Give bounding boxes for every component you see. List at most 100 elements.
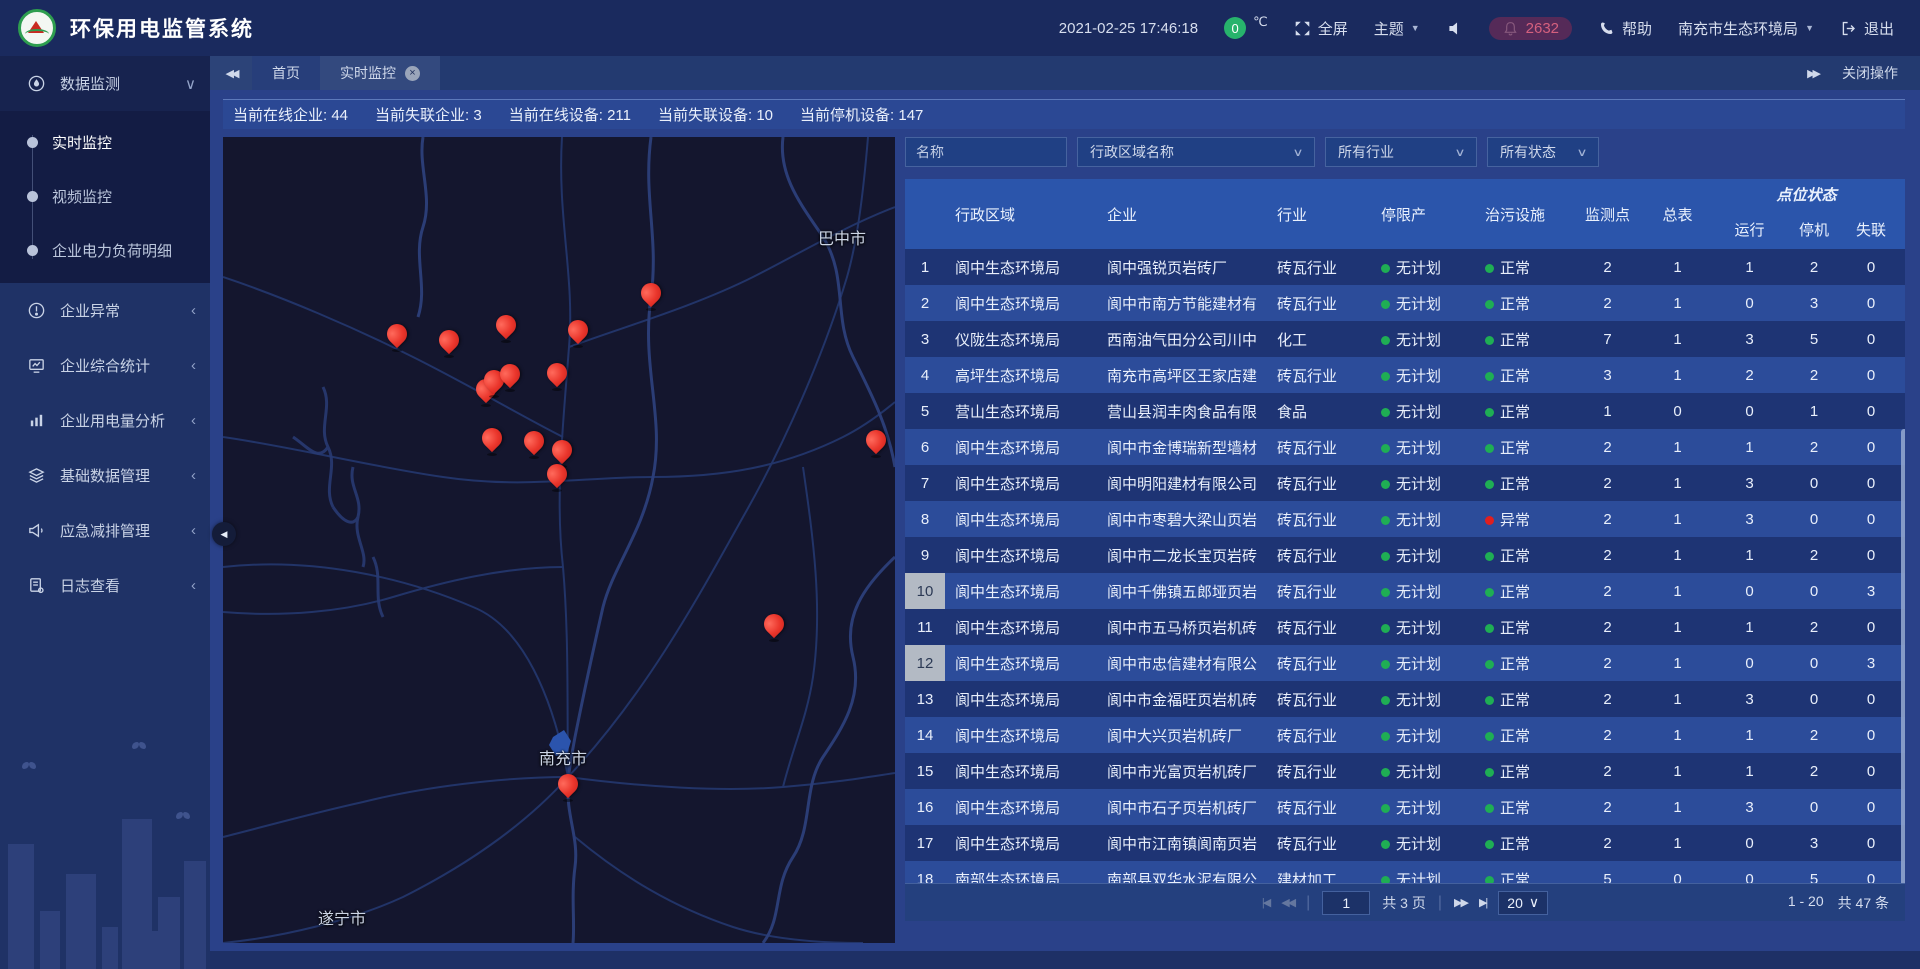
cell-running: 1 <box>1714 259 1785 276</box>
table-row[interactable]: 6 阆中生态环境局 阆中市金博瑞新型墙材 砖瓦行业 无计划 正常 2 1 1 2… <box>905 429 1905 465</box>
cell-monitor-points: 2 <box>1574 799 1641 816</box>
table-row[interactable]: 10 阆中生态环境局 阆中千佛镇五郎垭页岩 砖瓦行业 无计划 正常 2 1 0 … <box>905 573 1905 609</box>
status-dot-icon <box>1485 444 1494 453</box>
theme-dropdown[interactable]: 主题 ▼ <box>1374 18 1420 39</box>
map[interactable]: 巴中市南充市遂宁市 <box>223 137 895 943</box>
close-tab-icon[interactable]: × <box>405 66 420 81</box>
cell-lost: 0 <box>1843 403 1899 420</box>
mute-button[interactable] <box>1446 20 1463 37</box>
table-row[interactable]: 17 阆中生态环境局 阆中市江南镇阆南页岩 砖瓦行业 无计划 正常 2 1 0 … <box>905 825 1905 861</box>
region-select[interactable]: 行政区域名称 ∨ <box>1077 137 1315 167</box>
cell-company: 阆中市金福旺页岩机砖 <box>1097 689 1267 710</box>
table-row[interactable]: 8 阆中生态环境局 阆中市枣碧大梁山页岩 砖瓦行业 无计划 异常 2 1 3 0… <box>905 501 1905 537</box>
cell-company: 阆中市江南镇阆南页岩 <box>1097 833 1267 854</box>
sidebar-item-power-load-detail[interactable]: 企业电力负荷明细 <box>0 223 210 277</box>
table-row[interactable]: 11 阆中生态环境局 阆中市五马桥页岩机砖 砖瓦行业 无计划 正常 2 1 1 … <box>905 609 1905 645</box>
sidebar-item-company-abnormal[interactable]: 企业异常 ‹ <box>0 283 210 338</box>
fullscreen-button[interactable]: 全屏 <box>1294 18 1348 39</box>
cell-lost: 0 <box>1843 295 1899 312</box>
cell-stopped: 3 <box>1785 835 1843 852</box>
status-dot-icon <box>1381 552 1390 561</box>
cell-total-meters: 1 <box>1641 763 1714 780</box>
name-search-input[interactable] <box>905 137 1067 167</box>
map-marker-icon[interactable] <box>544 361 570 391</box>
map-marker-icon[interactable] <box>479 426 505 456</box>
table-row[interactable]: 9 阆中生态环境局 阆中市二龙长宝页岩砖 砖瓦行业 无计划 正常 2 1 1 2… <box>905 537 1905 573</box>
bottom-strip <box>210 951 1920 969</box>
table-row[interactable]: 14 阆中生态环境局 阆中大兴页岩机砖厂 砖瓦行业 无计划 正常 2 1 1 2… <box>905 717 1905 753</box>
map-marker-icon[interactable] <box>565 318 591 348</box>
map-marker-icon[interactable] <box>761 612 787 642</box>
row-index: 2 <box>905 285 945 321</box>
cell-region: 阆中生态环境局 <box>945 257 1097 278</box>
sidebar-item-company-statistics[interactable]: 企业综合统计 ‹ <box>0 338 210 393</box>
sidebar-item-power-analysis[interactable]: 企业用电量分析 ‹ <box>0 393 210 448</box>
status-select[interactable]: 所有状态 ∨ <box>1487 137 1599 167</box>
sidebar-collapse-handle[interactable]: ◀ <box>212 522 236 546</box>
cell-lost: 0 <box>1843 367 1899 384</box>
cell-stopped: 0 <box>1785 799 1843 816</box>
next-page-button[interactable]: ▶▶ <box>1454 896 1467 909</box>
cell-region: 阆中生态环境局 <box>945 545 1097 566</box>
map-marker-icon[interactable] <box>436 328 462 358</box>
status-dot-icon <box>1381 480 1390 489</box>
prev-page-button[interactable]: ◀◀ <box>1281 896 1294 909</box>
sidebar-item-log-view[interactable]: 日志查看 ‹ <box>0 558 210 613</box>
sidebar-item-video-monitor[interactable]: 视频监控 <box>0 169 210 223</box>
sidebar-item-emergency-reduction[interactable]: 应急减排管理 ‹ <box>0 503 210 558</box>
industry-select[interactable]: 所有行业 ∨ <box>1325 137 1477 167</box>
org-dropdown[interactable]: 南充市生态环境局 ▼ <box>1678 18 1814 39</box>
sidebar-item-realtime-monitor[interactable]: 实时监控 <box>0 115 210 169</box>
tab-scroll-right-button[interactable]: ▶▶ <box>1807 67 1818 80</box>
help-button[interactable]: 帮助 <box>1598 18 1652 39</box>
sidebar-subitem-label: 实时监控 <box>52 132 112 153</box>
table-row[interactable]: 7 阆中生态环境局 阆中明阳建材有限公司 砖瓦行业 无计划 正常 2 1 3 0… <box>905 465 1905 501</box>
first-page-button[interactable]: |◀ <box>1262 896 1269 909</box>
close-operations-button[interactable]: 关闭操作 <box>1842 63 1898 83</box>
map-marker-icon[interactable] <box>497 362 523 392</box>
layers-icon <box>27 466 46 485</box>
tab-scroll-left-button[interactable]: ◀◀ <box>210 56 252 90</box>
map-marker-icon[interactable] <box>555 772 581 802</box>
table-row[interactable]: 1 阆中生态环境局 阆中强锐页岩砖厂 砖瓦行业 无计划 正常 2 1 1 2 0 <box>905 249 1905 285</box>
sidebar-item-base-data[interactable]: 基础数据管理 ‹ <box>0 448 210 503</box>
table-row[interactable]: 13 阆中生态环境局 阆中市金福旺页岩机砖 砖瓦行业 无计划 正常 2 1 3 … <box>905 681 1905 717</box>
map-marker-icon[interactable] <box>544 462 570 492</box>
cell-total-meters: 1 <box>1641 547 1714 564</box>
cell-stopped: 2 <box>1785 727 1843 744</box>
page-size-select[interactable]: 20 ∨ <box>1498 891 1548 915</box>
table-row[interactable]: 16 阆中生态环境局 阆中市石子页岩机砖厂 砖瓦行业 无计划 正常 2 1 3 … <box>905 789 1905 825</box>
cell-stopped: 3 <box>1785 295 1843 312</box>
map-marker-icon[interactable] <box>493 313 519 343</box>
col-pollution-facility: 治污设施 <box>1475 179 1574 249</box>
table-row[interactable]: 5 营山生态环境局 营山县润丰肉食品有限 食品 无计划 正常 1 0 0 1 0 <box>905 393 1905 429</box>
table-row[interactable]: 2 阆中生态环境局 阆中市南方节能建材有 砖瓦行业 无计划 正常 2 1 0 3… <box>905 285 1905 321</box>
map-marker-icon[interactable] <box>638 281 664 311</box>
map-marker-icon[interactable] <box>521 429 547 459</box>
table-row[interactable]: 12 阆中生态环境局 阆中市忠信建材有限公 砖瓦行业 无计划 正常 2 1 0 … <box>905 645 1905 681</box>
map-marker-icon[interactable] <box>384 322 410 352</box>
cell-monitor-points: 2 <box>1574 259 1641 276</box>
double-chevron-left-icon: ◀◀ <box>226 67 237 80</box>
fullscreen-icon <box>1294 20 1311 37</box>
last-page-button[interactable]: ▶| <box>1479 896 1486 909</box>
cell-company: 阆中市石子页岩机砖厂 <box>1097 797 1267 818</box>
table-row[interactable]: 18 南部生态环境局 南部县双华水泥有限公 建材加工 无计划 正常 5 0 0 … <box>905 861 1905 883</box>
tab-home[interactable]: 首页 <box>252 56 320 90</box>
notification-pill[interactable]: 2632 <box>1489 17 1572 40</box>
row-index: 16 <box>905 789 945 825</box>
table-scrollbar[interactable] <box>1901 429 1905 883</box>
logout-button[interactable]: 退出 <box>1840 18 1894 39</box>
cell-industry: 砖瓦行业 <box>1267 257 1371 278</box>
sidebar-item-data-monitor[interactable]: 数据监测 ∨ <box>0 56 210 111</box>
table-header: 行政区域 企业 行业 停限产 治污设施 监测点 总表 点位状态 运行 停机 失联 <box>905 179 1905 249</box>
table-row[interactable]: 4 高坪生态环境局 南充市高坪区王家店建 砖瓦行业 无计划 正常 3 1 2 2… <box>905 357 1905 393</box>
page-number-input[interactable] <box>1322 891 1370 915</box>
tab-realtime-monitor[interactable]: 实时监控 × <box>320 56 440 90</box>
row-index: 14 <box>905 717 945 753</box>
cell-region: 阆中生态环境局 <box>945 761 1097 782</box>
map-marker-icon[interactable] <box>863 428 889 458</box>
table-row[interactable]: 15 阆中生态环境局 阆中市光富页岩机砖厂 砖瓦行业 无计划 正常 2 1 1 … <box>905 753 1905 789</box>
table-row[interactable]: 3 仪陇生态环境局 西南油气田分公司川中 化工 无计划 正常 7 1 3 5 0 <box>905 321 1905 357</box>
status-select-value: 所有状态 <box>1500 142 1556 162</box>
